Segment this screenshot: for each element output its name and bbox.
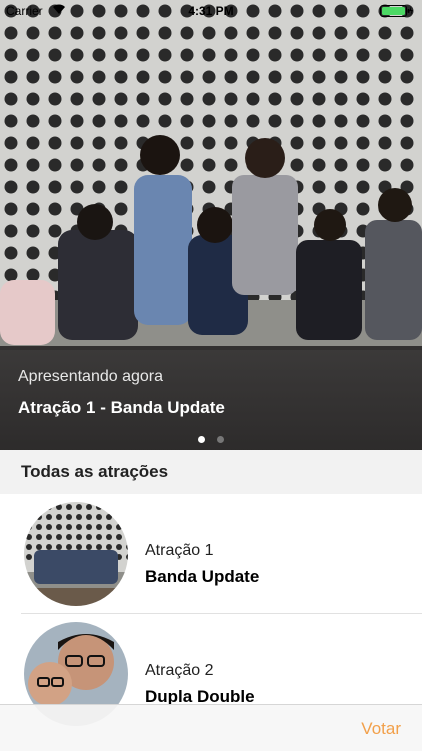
attractions-list[interactable]: Atração 1 Banda Update Atração 2 Dupla D… — [0, 494, 422, 734]
page-dot-1[interactable] — [197, 436, 205, 443]
hero-carousel[interactable]: Carrier 4:31 PM Apresentando agora Atraç… — [0, 0, 422, 450]
avatar — [24, 502, 128, 606]
list-item[interactable]: Atração 1 Banda Update — [0, 494, 422, 614]
vote-button[interactable]: Votar — [361, 719, 401, 739]
battery-icon — [380, 5, 413, 17]
attraction-label: Atração 1 — [145, 542, 214, 559]
now-playing-overlay: Apresentando agora Atração 1 - Banda Upd… — [0, 346, 422, 450]
clock-time: 4:31 PM — [188, 4, 234, 18]
section-header: Todas as atrações — [0, 450, 422, 494]
now-playing-kicker: Apresentando agora — [18, 368, 163, 385]
status-bar: Carrier 4:31 PM — [0, 0, 422, 22]
page-indicator[interactable] — [0, 430, 422, 448]
bottom-toolbar: Votar — [0, 704, 422, 751]
attraction-label: Atração 2 — [145, 662, 214, 679]
attraction-name: Banda Update — [145, 567, 260, 586]
page-dot-2[interactable] — [217, 436, 225, 443]
section-title: Todas as atrações — [21, 462, 169, 481]
now-playing-title: Atração 1 - Banda Update — [18, 398, 225, 417]
